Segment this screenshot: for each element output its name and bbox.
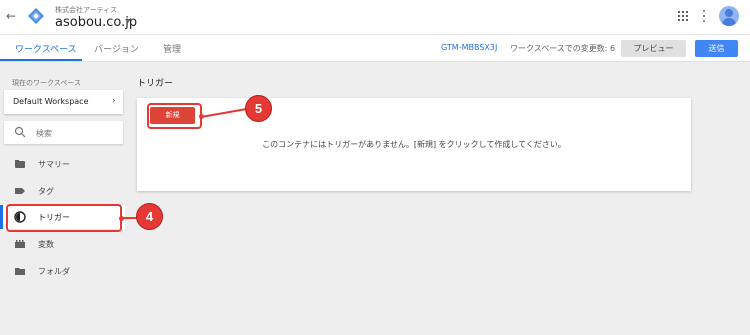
tab-admin[interactable]: 管理 [163,42,181,55]
sidebar-item-label: タグ [38,187,54,196]
avatar[interactable] [719,6,739,26]
current-workspace-label: 現在のワークスペース [12,79,81,87]
tab-versions[interactable]: バージョン [94,42,139,55]
active-marker [0,205,3,229]
submit-button[interactable]: 送信 [695,40,738,57]
tag-icon [15,188,25,194]
variables-icon [15,240,25,248]
workspace-name: Default Workspace [13,97,89,106]
app-bar: ← 株式会社アーティス asobou.co.jp [0,0,750,35]
workspace-changes: ワークスペースでの変更数: 6 [510,44,616,53]
active-tab-indicator [0,59,82,61]
sidebar-item-label: フォルダ [38,267,70,276]
company-name: 株式会社アーティス [55,6,118,14]
sidebar-item-folders[interactable]: フォルダ [0,259,125,283]
back-arrow-icon[interactable]: ← [4,9,18,23]
highlight-box-new-button [147,103,202,129]
chevron-right-icon: › [112,96,116,106]
search-placeholder: 検索 [36,129,52,138]
annotation-connector-line [121,217,137,219]
gtm-logo-icon [28,8,44,24]
summary-icon [15,160,25,168]
page-title: トリガー [137,79,174,89]
sidebar-item-label: 変数 [38,240,54,249]
highlight-box-triggers [6,204,122,232]
sidebar-item-summary[interactable]: サマリー [0,152,125,176]
tab-bar: ワークスペース バージョン 管理 GTM-MBBSX3J ワークスペースでの変更… [0,35,750,62]
annotation-marker-4: 4 [136,203,163,230]
folder-icon [15,268,25,275]
workspace-selector[interactable]: Default Workspace › [4,90,123,114]
tab-workspace[interactable]: ワークスペース [15,42,77,55]
sidebar-item-variables[interactable]: 変数 [0,232,125,256]
more-vert-icon[interactable] [702,10,706,22]
preview-button[interactable]: プレビュー [621,40,686,57]
search-input[interactable]: 検索 [4,121,123,144]
search-icon [14,126,26,138]
sidebar-item-tags[interactable]: タグ [0,179,125,203]
container-id[interactable]: GTM-MBBSX3J [441,43,497,52]
caret-down-icon[interactable] [125,19,131,23]
annotation-marker-5: 5 [245,95,272,122]
apps-grid-icon[interactable] [678,11,688,21]
empty-state-message: このコンテナにはトリガーがありません。[新規] をクリックして作成してください。 [262,140,566,149]
sidebar-item-label: サマリー [38,160,70,169]
